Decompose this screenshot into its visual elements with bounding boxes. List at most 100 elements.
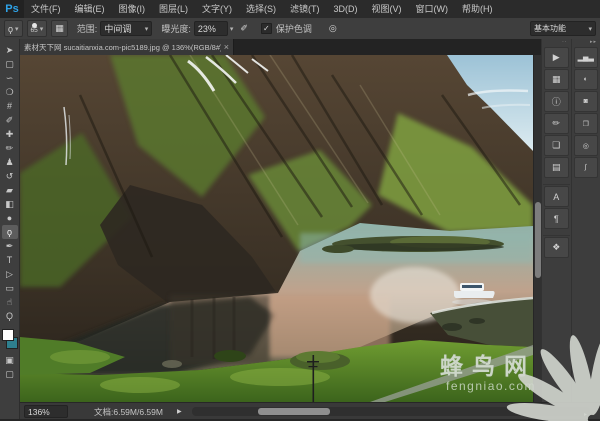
brush-size-value: 65 [31, 28, 38, 34]
menu-item[interactable]: 图像(I) [112, 0, 153, 18]
zoom-level-value: 136% [28, 407, 50, 417]
zoom-tool[interactable]: Ϙ [2, 309, 18, 323]
healing-brush-tool[interactable]: ✚ [2, 127, 18, 141]
menu-item[interactable]: 图层(L) [152, 0, 195, 18]
ps-logo: Ps [0, 0, 24, 18]
menu-item[interactable]: 文件(F) [24, 0, 68, 18]
tool-presets-panel-icon[interactable]: ▦ [544, 69, 569, 90]
quick-selection-tool[interactable]: ❍ [2, 85, 18, 99]
menu-item[interactable]: 选择(S) [239, 0, 283, 18]
paths-panel-icon[interactable]: ∫ [574, 157, 599, 178]
marquee-tool[interactable]: ▢ [2, 57, 18, 71]
panel-dock-column-1: ·· ▶▦ⓘ✏❏▤ A¶ ❖ [541, 39, 571, 402]
brush-panel-icon: ▦ [55, 23, 64, 34]
gradient-tool[interactable]: ◧ [2, 197, 18, 211]
panel-icon-list: ▂▅▃◐◙❐◎∫ [573, 46, 600, 179]
chevron-down-icon: ▾ [588, 25, 592, 33]
panel-dock: ·· ▶▦ⓘ✏❏▤ A¶ ❖ ▸▸ ▂▅▃◐◙❐◎∫ [541, 39, 600, 402]
adjustments-panel-icon[interactable]: ◐ [574, 69, 599, 90]
scroll-right-arrow[interactable]: ▸ [584, 411, 587, 418]
dodge-tool[interactable]: ϙ [2, 225, 18, 239]
pressure-toggle-button[interactable]: ◎ [326, 21, 340, 36]
panel-dock-column-2: ▸▸ ▂▅▃◐◙❐◎∫ [571, 39, 600, 402]
history-brush-tool[interactable]: ↺ [2, 169, 18, 183]
document-title: 素材天下网 sucaitianxia.com-pic5189.jpg @ 136… [24, 42, 221, 53]
canvas-image[interactable] [20, 55, 533, 402]
character-panel-icon[interactable]: A [544, 186, 569, 207]
dock-grip[interactable]: ·· [543, 39, 570, 46]
vertical-scrollbar[interactable] [533, 55, 541, 402]
menu-item[interactable]: 窗口(W) [409, 0, 456, 18]
tools-panel: ➤▢∽❍#✐✚✏♟↺▰◧●ϙ✒T▷▭☝Ϙ ▣ ▢ [0, 39, 20, 421]
status-flyout-arrow[interactable]: ▶ [177, 408, 182, 415]
document-tab[interactable]: 素材天下网 sucaitianxia.com-pic5189.jpg @ 136… [20, 39, 234, 55]
eraser-tool[interactable]: ▰ [2, 183, 18, 197]
screen-mode-icon: ▢ [5, 369, 14, 380]
move-tool[interactable]: ➤ [2, 43, 18, 57]
pressure-icon: ◎ [329, 23, 337, 34]
protect-tones-checkbox[interactable]: ✓ [261, 23, 272, 34]
zoom-level-field[interactable]: 136% [24, 405, 68, 418]
airbrush-button[interactable]: ✐ [237, 21, 251, 36]
exposure-value: 23% [198, 24, 216, 34]
chevron-down-icon: ▾ [15, 25, 19, 33]
styles-panel-icon[interactable]: ❖ [544, 237, 569, 258]
status-bar: 136% 文档:6.59M/6.59M ▶ ▸ [20, 402, 600, 420]
quick-mask-button[interactable]: ▣ [2, 353, 18, 367]
dock-collapse-chevrons[interactable]: ▸▸ [573, 39, 600, 46]
document-tab-bar: 素材天下网 sucaitianxia.com-pic5189.jpg @ 136… [20, 39, 600, 55]
paragraph-panel-icon[interactable]: ¶ [544, 208, 569, 229]
dodge-tool-icon: ϙ [8, 24, 13, 34]
eyedropper-tool[interactable]: ✐ [2, 113, 18, 127]
info-panel-icon[interactable]: ⓘ [544, 91, 569, 112]
horizontal-scrollbar[interactable]: ▸ [192, 407, 590, 416]
brush-preset-picker[interactable]: 65 ▾ [27, 20, 48, 37]
exposure-dropdown-arrow[interactable]: ▾ [230, 25, 234, 33]
foreground-color-swatch[interactable] [2, 329, 14, 341]
horizontal-scrollbar-thumb[interactable] [258, 408, 330, 415]
menu-item[interactable]: 帮助(H) [455, 0, 500, 18]
histogram-panel-icon[interactable]: ▂▅▃ [574, 47, 599, 68]
menu-item[interactable]: 文字(Y) [195, 0, 239, 18]
layers-panel-icon[interactable]: ❐ [574, 113, 599, 134]
quick-mask-icon: ▣ [5, 355, 14, 366]
lasso-tool[interactable]: ∽ [2, 71, 18, 85]
masks-panel-icon[interactable]: ◙ [574, 91, 599, 112]
clone-source-panel-icon[interactable]: ❏ [544, 135, 569, 156]
menu-item[interactable]: 滤镜(T) [283, 0, 327, 18]
menu-item[interactable]: 视图(V) [365, 0, 409, 18]
menu-item[interactable]: 编辑(E) [68, 0, 112, 18]
type-tool[interactable]: T [2, 253, 18, 267]
chevron-down-icon: ▾ [145, 25, 149, 33]
path-selection-tool[interactable]: ▷ [2, 267, 18, 281]
document-size-info: 文档:6.59M/6.59M [94, 406, 163, 418]
hand-tool[interactable]: ☝ [2, 295, 18, 309]
brush-tool[interactable]: ✏ [2, 141, 18, 155]
actions-panel-icon[interactable]: ▶ [544, 47, 569, 68]
photoshop-window: Ps 文件(F)编辑(E)图像(I)图层(L)文字(Y)选择(S)滤镜(T)3D… [0, 0, 600, 421]
toggle-brush-panel-button[interactable]: ▦ [51, 20, 68, 37]
menu-bar: Ps 文件(F)编辑(E)图像(I)图层(L)文字(Y)选择(S)滤镜(T)3D… [0, 0, 600, 19]
pen-tool[interactable]: ✒ [2, 239, 18, 253]
layer-comps-panel-icon[interactable]: ▤ [544, 157, 569, 178]
brush-panel-icon[interactable]: ✏ [544, 113, 569, 134]
close-icon[interactable]: × [224, 42, 229, 52]
workspace-switcher[interactable]: 基本功能 ▾ [530, 21, 596, 36]
menu-items: 文件(F)编辑(E)图像(I)图层(L)文字(Y)选择(S)滤镜(T)3D(D)… [24, 0, 500, 18]
protect-tones-label: 保护色调 [276, 22, 312, 35]
exposure-label: 曝光度: [161, 22, 191, 35]
blur-tool[interactable]: ● [2, 211, 18, 225]
screen-mode-button[interactable]: ▢ [2, 367, 18, 381]
exposure-field[interactable]: 23% [194, 21, 228, 36]
tool-preset-picker[interactable]: ϙ ▾ [4, 20, 23, 37]
workspace-label: 基本功能 [534, 23, 566, 34]
range-value: 中间调 [104, 22, 131, 35]
channels-panel-icon[interactable]: ◎ [574, 135, 599, 156]
panel-icon-list: ▶▦ⓘ✏❏▤ A¶ ❖ [543, 46, 570, 259]
tool-list: ➤▢∽❍#✐✚✏♟↺▰◧●ϙ✒T▷▭☝Ϙ [2, 43, 18, 323]
range-dropdown[interactable]: 中间调 ▾ [100, 21, 152, 36]
crop-tool[interactable]: # [2, 99, 18, 113]
menu-item[interactable]: 3D(D) [327, 0, 365, 18]
shape-tool[interactable]: ▭ [2, 281, 18, 295]
clone-stamp-tool[interactable]: ♟ [2, 155, 18, 169]
